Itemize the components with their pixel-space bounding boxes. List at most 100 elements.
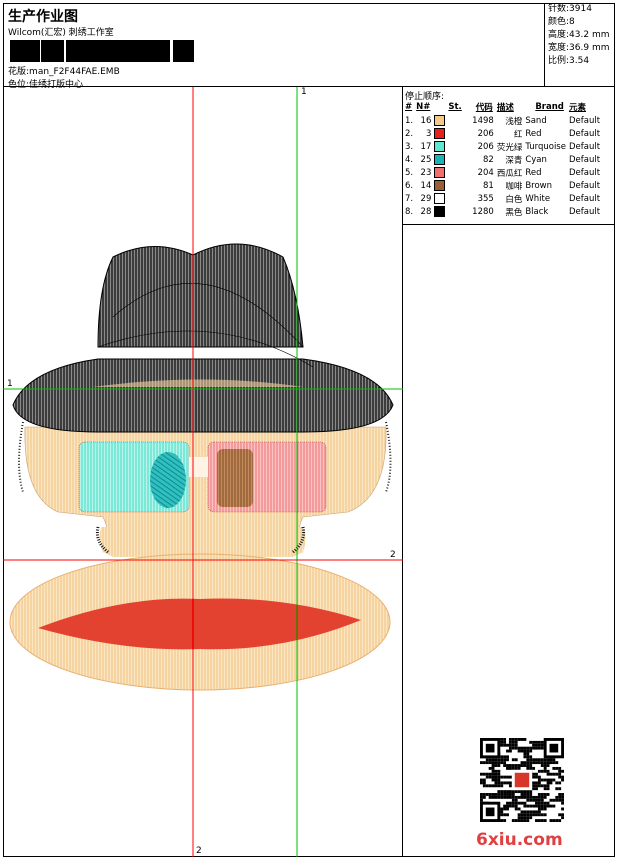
color-swatch bbox=[434, 153, 465, 166]
color-swatch bbox=[434, 166, 465, 179]
col-stitches: St. bbox=[448, 102, 462, 112]
row-code: 咖啡 bbox=[505, 181, 523, 192]
page-title: 生产作业图 bbox=[8, 9, 78, 25]
row-brand: Default bbox=[568, 193, 601, 204]
row-brand: Default bbox=[568, 180, 601, 191]
table-row: 4. 25 82 深青 Cyan Default bbox=[405, 153, 603, 166]
row-index: 4. bbox=[405, 154, 414, 165]
mouth bbox=[9, 553, 391, 691]
row-index: 2. bbox=[405, 128, 414, 139]
row-brand: Default bbox=[568, 141, 601, 152]
row-number: 3 bbox=[425, 128, 432, 139]
table-row: 5. 23 204 西瓜红 Red Default bbox=[405, 166, 603, 179]
swatch-box bbox=[434, 141, 446, 152]
stat-height: 高度:43.2 mm bbox=[548, 30, 610, 40]
col-number: N# bbox=[416, 102, 431, 112]
row-stitches: 355 bbox=[477, 193, 494, 204]
color-swatch bbox=[434, 192, 465, 205]
row-brand: Default bbox=[568, 167, 601, 178]
row-code: 白色 bbox=[505, 194, 523, 205]
row-stitches: 206 bbox=[477, 128, 494, 139]
row-code: 西瓜红 bbox=[496, 168, 523, 179]
row-index: 8. bbox=[405, 206, 414, 217]
row-description: Brown bbox=[525, 180, 553, 191]
row-description: Red bbox=[525, 167, 542, 178]
guide-label-h1: 1 bbox=[7, 379, 13, 389]
row-description: Turquoise bbox=[525, 141, 566, 152]
watermark-site: 6xiu.com bbox=[476, 830, 563, 850]
row-stitches: 206 bbox=[477, 141, 494, 152]
color-swatch bbox=[434, 205, 465, 218]
row-brand: Default bbox=[568, 115, 601, 126]
table-header: # N# St. 代码 描述 Brand 元素 bbox=[405, 100, 603, 114]
color-swatch bbox=[434, 179, 465, 192]
row-code: 浅橙 bbox=[505, 116, 523, 127]
guide-label-v1: 1 bbox=[301, 87, 307, 97]
guide-label-h2: 2 bbox=[390, 550, 396, 560]
row-stitches: 1280 bbox=[472, 206, 494, 217]
swatch-box bbox=[434, 115, 446, 126]
row-description: Red bbox=[525, 128, 542, 139]
row-stitches: 81 bbox=[482, 180, 494, 191]
col-brand: Brand bbox=[535, 102, 564, 112]
color-swatch bbox=[434, 127, 465, 140]
swatch-box bbox=[434, 167, 446, 178]
table-row: 1. 16 1498 浅橙 Sand Default bbox=[405, 114, 603, 127]
table-row: 6. 14 81 咖啡 Brown Default bbox=[405, 179, 603, 192]
barcode bbox=[10, 40, 194, 62]
col-index: # bbox=[405, 102, 413, 112]
design-file: man_F2F44FAE.EMB bbox=[29, 67, 120, 77]
col-description: 描述 bbox=[496, 103, 514, 113]
row-index: 6. bbox=[405, 180, 414, 191]
row-number: 28 bbox=[420, 206, 432, 217]
row-description: Sand bbox=[525, 115, 547, 126]
row-code: 红 bbox=[513, 129, 523, 140]
col-code: 代码 bbox=[475, 103, 493, 113]
hat bbox=[12, 243, 394, 433]
row-stitches: 204 bbox=[477, 167, 494, 178]
row-index: 5. bbox=[405, 167, 414, 178]
row-number: 17 bbox=[420, 141, 432, 152]
row-index: 3. bbox=[405, 141, 414, 152]
row-brand: Default bbox=[568, 128, 601, 139]
row-brand: Default bbox=[568, 206, 601, 217]
row-code: 荧光绿 bbox=[496, 142, 523, 153]
guide-label-v2: 2 bbox=[196, 846, 202, 856]
header-panel: 生产作业图 Wilcom(汇宏) 刺绣工作室 花版:man_F2F44FAE.E… bbox=[3, 3, 545, 90]
row-number: 14 bbox=[420, 180, 432, 191]
stop-sequence-panel: 停止顺序: # N# St. 代码 描述 Brand 元素 1. 16 1498 浅橙… bbox=[403, 87, 615, 225]
stat-stitches: 针数:3914 bbox=[548, 4, 592, 14]
stat-width: 宽度:36.9 mm bbox=[548, 43, 610, 53]
swatch-box bbox=[434, 206, 446, 217]
swatch-box bbox=[434, 154, 446, 165]
design-label: 花版: bbox=[8, 67, 30, 77]
design-canvas: 1 1 2 2 bbox=[3, 87, 403, 857]
swatch-box bbox=[434, 180, 446, 191]
table-row: 7. 29 355 白色 White Default bbox=[405, 192, 603, 205]
row-code: 深青 bbox=[505, 155, 523, 166]
row-code: 黑色 bbox=[505, 207, 523, 218]
color-swatch bbox=[434, 140, 465, 153]
row-stitches: 82 bbox=[482, 154, 494, 165]
swatch-box bbox=[434, 193, 446, 204]
row-number: 16 bbox=[420, 115, 432, 126]
table-row: 3. 17 206 荧光绿 Turquoise Default bbox=[405, 140, 603, 153]
row-brand: Default bbox=[568, 154, 601, 165]
row-stitches: 1498 bbox=[472, 115, 494, 126]
table-row: 8. 28 1280 黑色 Black Default bbox=[405, 205, 603, 218]
embroidery-preview bbox=[3, 87, 403, 857]
design-file-row: 花版:man_F2F44FAE.EMB bbox=[8, 64, 120, 77]
row-number: 23 bbox=[420, 167, 432, 178]
row-description: White bbox=[525, 193, 551, 204]
stat-colors: 颜色:8 bbox=[548, 17, 575, 27]
table-row: 2. 3 206 红 Red Default bbox=[405, 127, 603, 140]
swatch-box bbox=[434, 128, 446, 139]
row-index: 7. bbox=[405, 193, 414, 204]
color-sequence-table: # N# St. 代码 描述 Brand 元素 1. 16 1498 浅橙 Sand De… bbox=[405, 100, 603, 218]
col-element: 元素 bbox=[568, 103, 586, 113]
row-description: Cyan bbox=[525, 154, 547, 165]
row-description: Black bbox=[525, 206, 549, 217]
stat-scale: 比例:3.54 bbox=[548, 56, 590, 66]
color-swatch bbox=[434, 114, 465, 127]
row-number: 25 bbox=[420, 154, 432, 165]
